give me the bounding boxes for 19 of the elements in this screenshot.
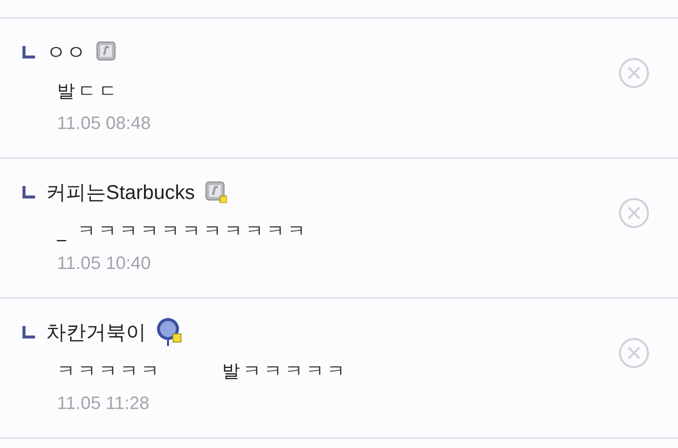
author-name: ㅇㅇ [46, 40, 86, 66]
gallery-badge-icon [156, 317, 182, 347]
close-icon[interactable] [618, 57, 650, 89]
comment-time: 11.05 10:40 [57, 253, 152, 274]
comment-time: 11.05 08:48 [57, 113, 152, 134]
gallery-badge-icon [96, 41, 118, 63]
author-name: 커피는Starbucks [46, 180, 195, 206]
close-icon[interactable] [618, 197, 650, 229]
reply-icon [22, 185, 36, 199]
comment-text: _ ㅋㅋㅋㅋㅋㅋㅋㅋㅋㅋㅋ [57, 220, 309, 243]
reply-icon [22, 45, 36, 59]
comment-text: 발ㄷㄷ [57, 80, 120, 103]
close-icon[interactable] [618, 337, 650, 369]
comment-text: 발ㅋㅋㅋㅋㅋ [222, 360, 348, 383]
gallery-badge-icon [204, 181, 227, 203]
reply-icon [22, 325, 36, 339]
comment-time: 11.05 11:28 [57, 393, 150, 414]
author-name: 차칸거북이 [46, 320, 146, 346]
comment-text: ㅋㅋㅋㅋㅋ [57, 360, 162, 383]
